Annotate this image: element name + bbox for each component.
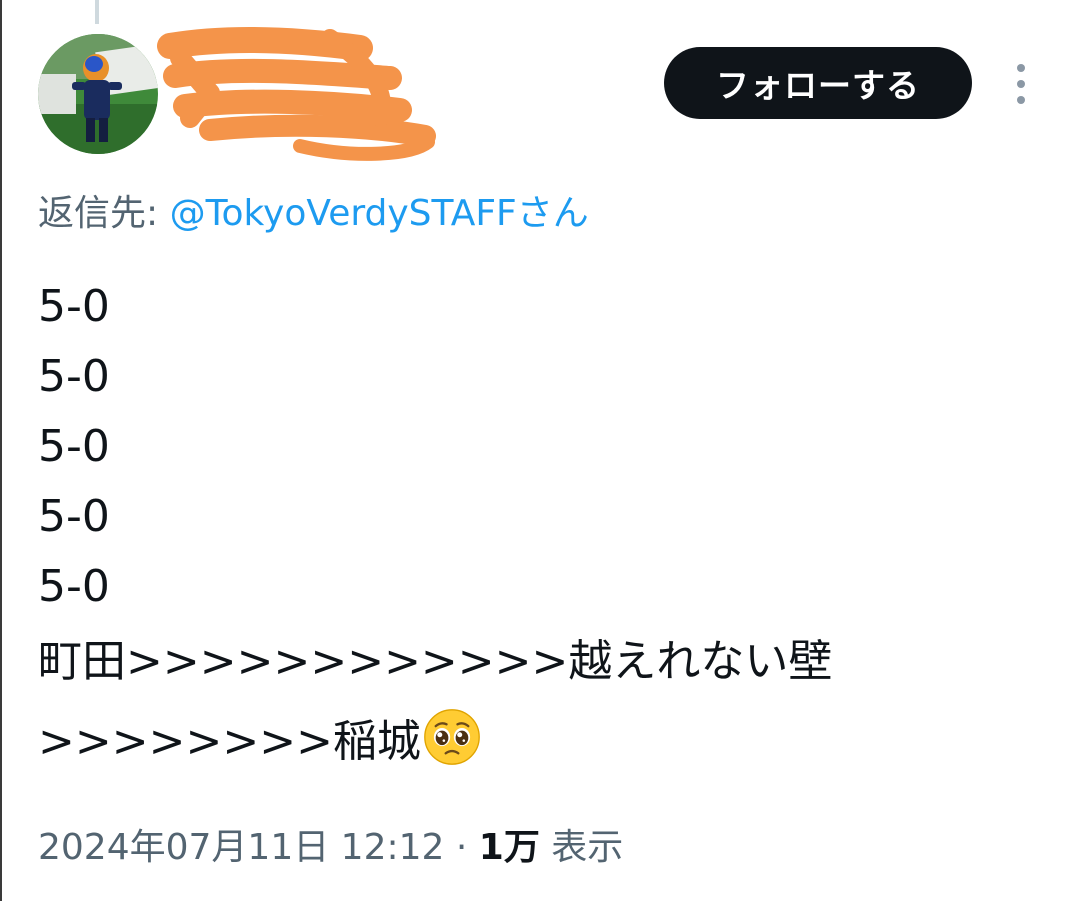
reply-to: 返信先: @TokyoVerdySTAFFさん: [38, 188, 589, 240]
tweet-line-last: >>>>>>>>稲城: [38, 702, 832, 782]
timestamp-link[interactable]: 2024年07月11日 12:12: [38, 827, 444, 868]
reply-mention-link[interactable]: @TokyoVerdySTAFFさん: [170, 193, 589, 234]
name-redaction-scribble: [157, 27, 436, 161]
tweet-line-text: >>>>>>>>稲城: [38, 716, 421, 767]
follow-button[interactable]: フォローする: [664, 47, 972, 119]
views-count: 1万: [478, 827, 540, 868]
views-label: 表示: [551, 827, 624, 868]
more-options-button[interactable]: [1006, 60, 1036, 108]
thread-connector-line: [95, 0, 99, 24]
tweet-line: 5-0: [38, 491, 110, 542]
more-vertical-icon: [1017, 64, 1025, 104]
avatar-photo: [38, 34, 158, 154]
pleading-face-icon: [424, 709, 480, 765]
reply-prefix: 返信先:: [38, 193, 170, 234]
tweet-line: 町田>>>>>>>>>>>>越えれない壁: [38, 636, 833, 687]
tweet-line: 5-0: [38, 281, 110, 332]
tweet-line: 5-0: [38, 561, 110, 612]
tweet-meta: 2024年07月11日 12:12 · 1万 表示: [38, 822, 623, 874]
tweet-text: 5-0 5-0 5-0 5-0 5-0 町田>>>>>>>>>>>>越えれない壁…: [38, 272, 832, 782]
tweet-line: 5-0: [38, 421, 110, 472]
meta-separator: ·: [444, 827, 479, 868]
user-avatar[interactable]: [38, 34, 158, 154]
tweet-line: 5-0: [38, 351, 110, 402]
left-border: [0, 0, 2, 901]
